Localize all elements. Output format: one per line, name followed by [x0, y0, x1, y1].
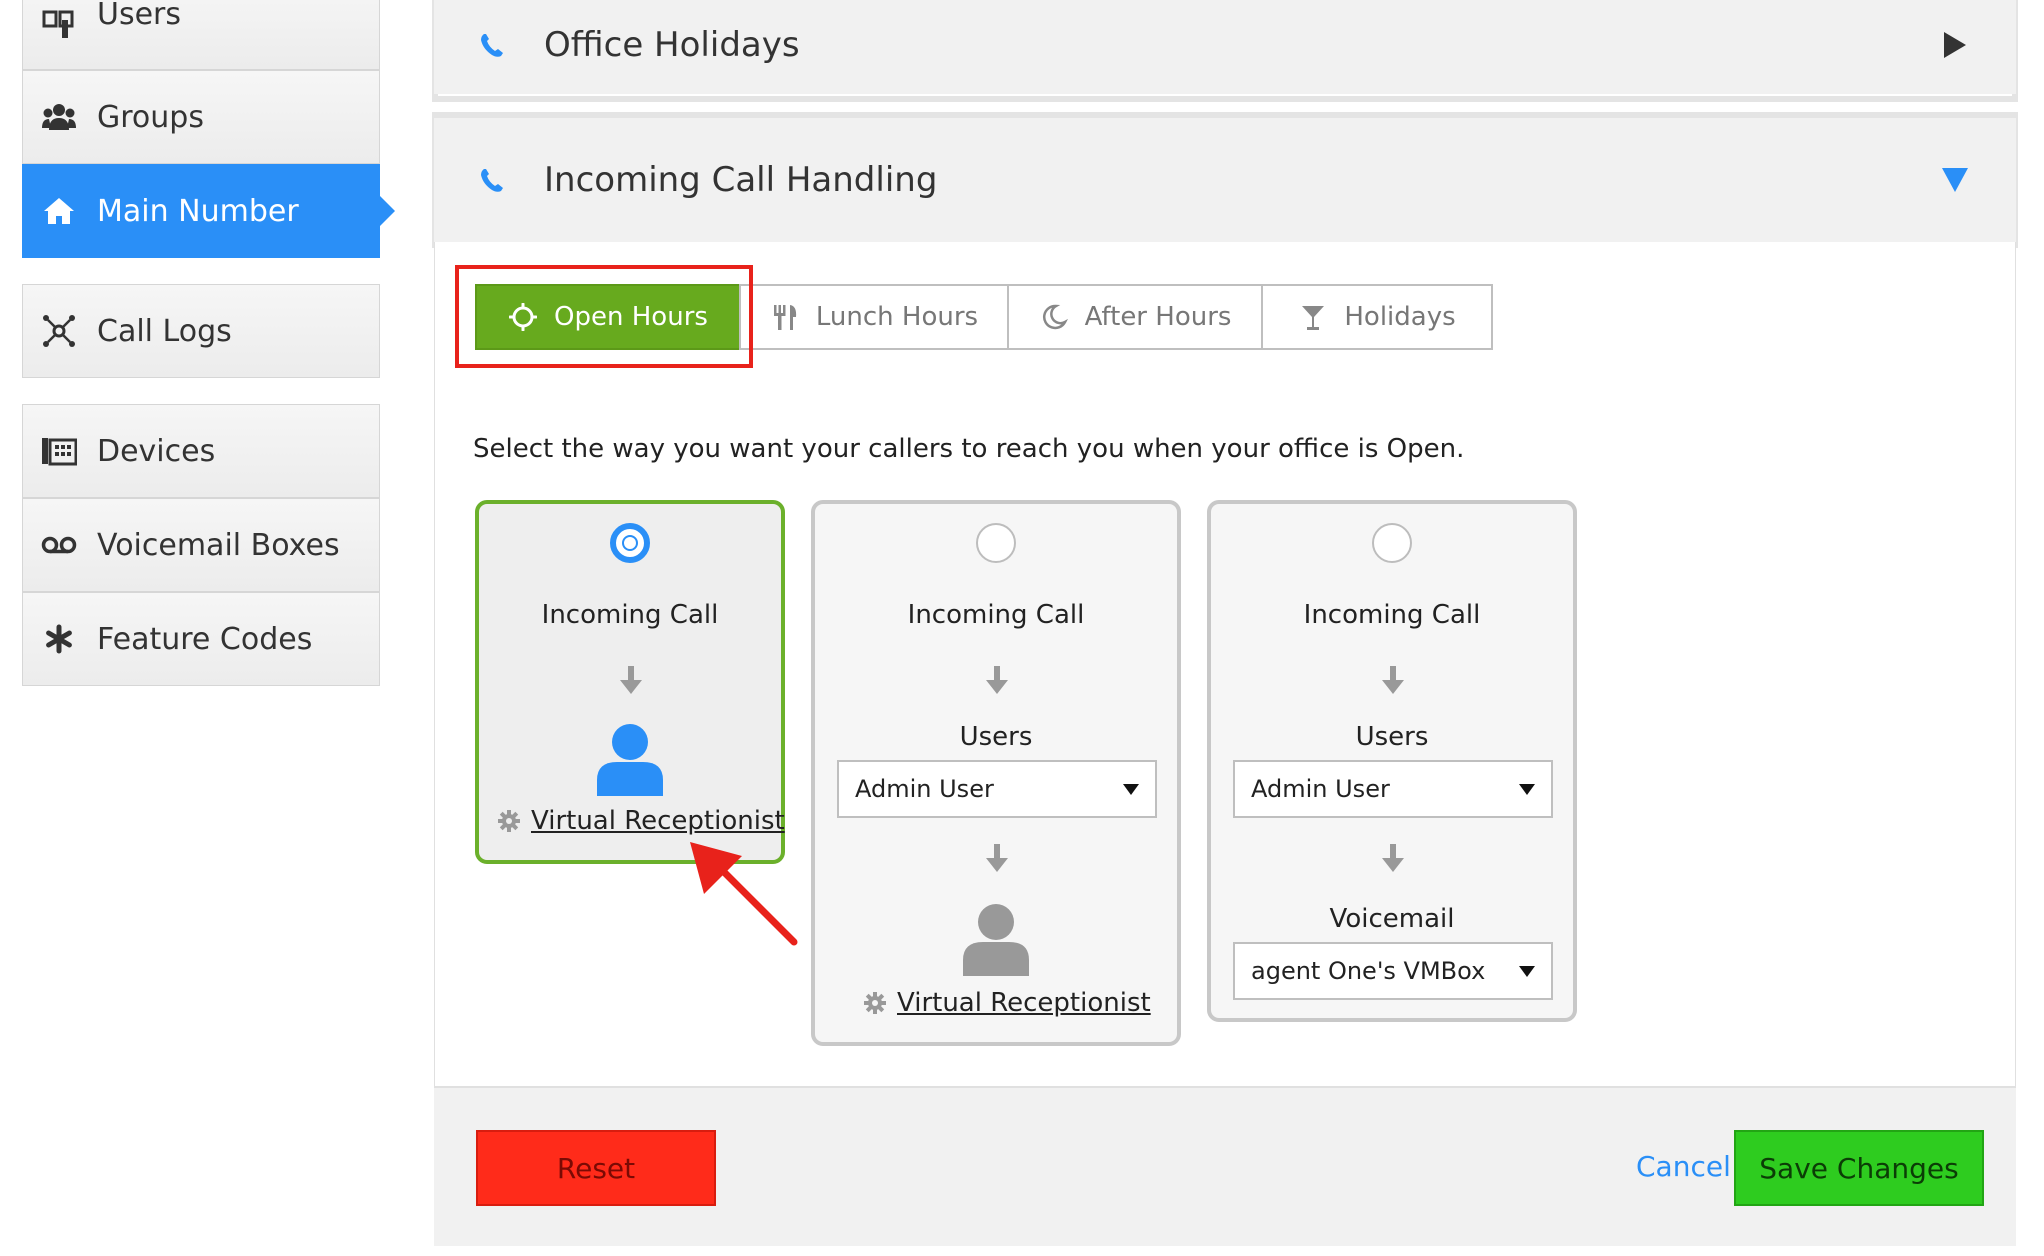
arrow-down-icon: [986, 844, 1008, 872]
moon-icon: [1039, 302, 1069, 332]
collapse-arrow-icon[interactable]: [1942, 168, 1968, 192]
tab-holidays[interactable]: Holidays: [1261, 284, 1493, 350]
sidebar-item-users[interactable]: Users: [22, 0, 380, 70]
voicemail-select[interactable]: agent One's VMBox: [1233, 942, 1553, 1000]
cancel-link[interactable]: Cancel: [1636, 1150, 1731, 1183]
users-select[interactable]: Admin User: [837, 760, 1157, 818]
option-radio[interactable]: [976, 523, 1016, 563]
virtual-receptionist-label: Virtual Receptionist: [897, 988, 1151, 1018]
voicemail-label: Voicemail: [1329, 904, 1455, 934]
virtual-receptionist-label: Virtual Receptionist: [531, 806, 785, 836]
virtual-receptionist-link[interactable]: Virtual Receptionist: [497, 806, 785, 836]
option-card-users-receptionist[interactable]: Incoming Call Users Admin User Virtual R…: [811, 500, 1181, 1046]
instruction-text: Select the way you want your callers to …: [473, 434, 1465, 464]
arrow-down-icon: [1382, 844, 1404, 872]
voicemail-icon: [41, 527, 77, 563]
sidebar-item-main-number[interactable]: Main Number: [22, 164, 395, 258]
gear-icon: [864, 992, 886, 1014]
arrow-down-icon: [620, 666, 642, 694]
users-icon: [41, 7, 77, 43]
tab-label: Lunch Hours: [815, 302, 979, 332]
office-holidays-title: Office Holidays: [544, 25, 800, 65]
sidebar-item-label: Users: [97, 0, 182, 32]
users-select-value: Admin User: [1251, 775, 1390, 803]
tab-label: After Hours: [1084, 302, 1232, 332]
voicemail-select-value: agent One's VMBox: [1251, 957, 1486, 985]
option-radio[interactable]: [610, 523, 650, 563]
option-card-users-voicemail[interactable]: Incoming Call Users Admin User Voicemail…: [1207, 500, 1577, 1022]
office-holidays-header[interactable]: Office Holidays: [434, 0, 2016, 94]
dropdown-caret-icon: [1519, 966, 1535, 977]
incoming-call-handling-header[interactable]: Incoming Call Handling: [434, 118, 2016, 242]
incoming-call-label: Incoming Call: [1303, 600, 1481, 630]
arrow-down-icon: [1382, 666, 1404, 694]
tab-lunch-hours[interactable]: Lunch Hours: [739, 284, 1009, 350]
reset-button[interactable]: Reset: [476, 1130, 716, 1206]
sidebar: Users Groups Main Number Call Logs Devic…: [0, 0, 400, 1256]
sidebar-item-label: Voicemail Boxes: [97, 527, 340, 563]
option-card-virtual-receptionist[interactable]: Incoming Call Virtual Receptionist: [475, 500, 785, 864]
call-logs-icon: [41, 313, 77, 349]
devices-icon: [41, 433, 77, 469]
sidebar-item-groups[interactable]: Groups: [22, 70, 380, 164]
asterisk-icon: [41, 621, 77, 657]
expand-arrow-icon[interactable]: [1944, 32, 1966, 58]
sidebar-item-label: Main Number: [97, 193, 299, 229]
fork-knife-icon: [770, 302, 800, 332]
tab-after-hours[interactable]: After Hours: [1007, 284, 1263, 350]
users-select[interactable]: Admin User: [1233, 760, 1553, 818]
incoming-call-label: Incoming Call: [541, 600, 719, 630]
sidebar-item-voicemail-boxes[interactable]: Voicemail Boxes: [22, 498, 380, 592]
sidebar-item-label: Feature Codes: [97, 621, 313, 657]
users-select-value: Admin User: [855, 775, 994, 803]
sidebar-item-label: Devices: [97, 433, 216, 469]
phone-icon: [481, 169, 503, 192]
groups-icon: [41, 99, 77, 135]
users-label: Users: [959, 722, 1033, 752]
user-avatar-icon: [963, 904, 1029, 976]
sidebar-item-devices[interactable]: Devices: [22, 404, 380, 498]
annotation-highlight-box: [455, 265, 753, 368]
option-radio[interactable]: [1372, 523, 1412, 563]
sidebar-item-call-logs[interactable]: Call Logs: [22, 284, 380, 378]
user-avatar-icon: [597, 724, 663, 796]
dropdown-caret-icon: [1123, 784, 1139, 795]
sidebar-item-label: Groups: [97, 99, 204, 135]
phone-icon: [481, 34, 503, 57]
home-icon: [41, 193, 77, 229]
virtual-receptionist-link[interactable]: Virtual Receptionist: [863, 988, 1151, 1018]
arrow-down-icon: [986, 666, 1008, 694]
save-changes-button[interactable]: Save Changes: [1734, 1130, 1984, 1206]
cocktail-icon: [1298, 302, 1328, 332]
gear-icon: [498, 810, 520, 832]
incoming-call-label: Incoming Call: [907, 600, 1085, 630]
sidebar-item-feature-codes[interactable]: Feature Codes: [22, 592, 380, 686]
tab-label: Holidays: [1344, 302, 1456, 332]
sidebar-item-label: Call Logs: [97, 313, 232, 349]
dropdown-caret-icon: [1519, 784, 1535, 795]
incoming-call-handling-title: Incoming Call Handling: [544, 160, 938, 200]
users-label: Users: [1355, 722, 1429, 752]
annotation-arrow-icon: [690, 842, 798, 946]
